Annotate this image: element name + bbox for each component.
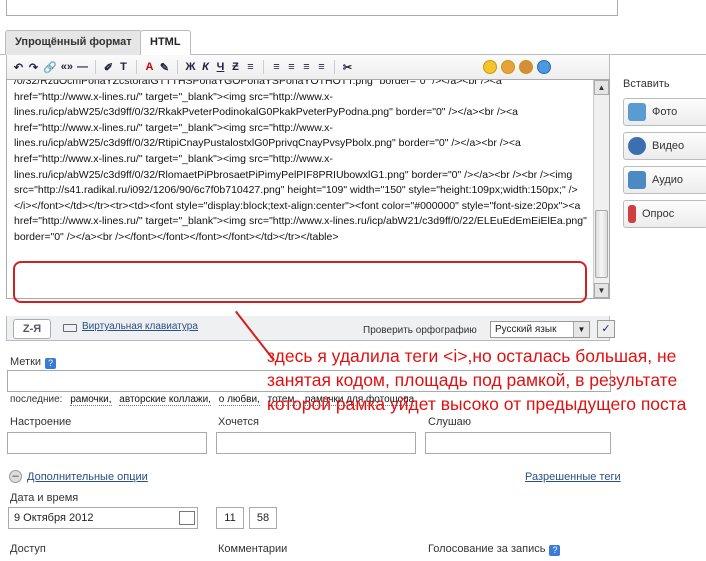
photo-icon — [628, 103, 646, 121]
insert-audio-button[interactable]: Аудио — [623, 166, 706, 194]
language-value: Русский язык — [495, 324, 557, 335]
editor-bottom-bar: Z-Я Виртуальная клавиатура Проверить орф… — [6, 316, 615, 341]
underline-icon[interactable]: Ч — [215, 61, 226, 73]
recent-tag[interactable]: о любви, — [218, 394, 260, 406]
insert-poll-label: Опрос — [642, 208, 675, 220]
insert-audio-label: Аудио — [652, 174, 684, 186]
scroll-down-icon[interactable]: ▼ — [594, 283, 609, 298]
empty-space-highlight — [13, 261, 587, 303]
listen-input[interactable] — [425, 432, 611, 454]
toolbar-divider — [262, 60, 264, 74]
cut-icon[interactable]: ✂ — [342, 61, 353, 74]
help-icon[interactable]: ? — [45, 358, 57, 369]
want-label: Хочется — [218, 416, 259, 428]
recent-tag[interactable]: авторские коллажи, — [119, 394, 211, 406]
marker-icon[interactable]: ✎ — [159, 61, 170, 74]
insert-title: Вставить — [623, 78, 670, 90]
quote-icon[interactable]: «» — [61, 61, 73, 73]
editor-tabs: Упрощённый формат HTML — [0, 27, 706, 56]
title-input[interactable] — [6, 0, 618, 16]
align-center-icon[interactable]: ≡ — [286, 61, 297, 73]
editor-toolbar: ↶ ↷ 🔗 «» — ✐ T A ✎ Ж К Ч Ƶ ≡ ≡ ≡ ≡ ≡ ✂ — [6, 55, 610, 79]
community-icon[interactable] — [519, 60, 533, 74]
virtual-keyboard-link[interactable]: Виртуальная клавиатура — [82, 321, 198, 332]
scroll-up-icon[interactable]: ▲ — [594, 80, 609, 95]
allowed-tags-link[interactable]: Разрешенные теги — [525, 471, 621, 483]
help-icon[interactable]: ? — [549, 545, 561, 556]
calendar-icon[interactable] — [179, 511, 195, 525]
more-options-link[interactable]: Дополнительные опции — [27, 471, 148, 483]
spellcheck-button[interactable]: ✓ — [597, 320, 615, 338]
strike-icon[interactable]: Ƶ — [230, 61, 241, 73]
comments-label: Комментарии — [218, 543, 288, 555]
globe-icon[interactable] — [537, 60, 551, 74]
zya-button[interactable]: Z-Я — [13, 319, 51, 339]
annotation-text: здесь я удалила теги <i>,но осталась бол… — [267, 346, 687, 414]
audio-icon — [628, 171, 646, 189]
insert-video-button[interactable]: Видео — [623, 132, 706, 160]
tab-html[interactable]: HTML — [140, 30, 191, 56]
tab-simple-format[interactable]: Упрощённый формат — [5, 30, 142, 55]
access-label: Доступ — [10, 543, 46, 555]
recent-label: последние: — [10, 394, 63, 405]
mood-label: Настроение — [10, 416, 72, 428]
list-icon[interactable]: ≡ — [245, 61, 256, 73]
recent-tag[interactable]: рамочки, — [70, 394, 112, 406]
align-left-icon[interactable]: ≡ — [271, 61, 282, 73]
text-color-icon[interactable]: A — [144, 61, 155, 73]
undo-icon[interactable]: ↶ — [13, 61, 24, 74]
toolbar-divider — [135, 60, 137, 74]
insert-video-label: Видео — [652, 140, 685, 152]
listen-label: Слушаю — [428, 416, 472, 428]
tags-label: Метки? — [10, 356, 57, 369]
smiley-icon[interactable] — [483, 60, 497, 74]
poll-icon — [628, 205, 636, 223]
italic-icon[interactable]: К — [200, 61, 211, 73]
hour-field[interactable]: 11 — [216, 507, 244, 529]
editor-scrollbar[interactable]: ▲ ▼ — [593, 80, 609, 298]
html-code-text[interactable]: /0/32/RzdOcmPonaYZcstoraIGTTTHSPonaYGOPo… — [14, 80, 589, 246]
redo-icon[interactable]: ↷ — [28, 61, 39, 74]
datetime-label: Дата и время — [10, 492, 79, 504]
toolbar-divider — [176, 60, 178, 74]
date-value: 9 Октября 2012 — [14, 512, 94, 524]
insert-poll-button[interactable]: Опрос — [623, 200, 706, 228]
collapse-icon[interactable]: – — [9, 470, 22, 483]
vote-label: Голосование за запись? — [428, 543, 561, 556]
spellcheck-label: Проверить орфографию — [363, 325, 477, 336]
language-select[interactable]: Русский язык ▼ — [490, 321, 590, 338]
scroll-thumb[interactable] — [595, 210, 608, 278]
link-icon[interactable]: 🔗 — [43, 61, 57, 74]
insert-photo-label: Фото — [652, 106, 678, 118]
video-icon — [628, 137, 646, 155]
font-size-icon[interactable]: T — [118, 61, 129, 73]
bold-icon[interactable]: Ж — [185, 61, 196, 73]
font-style-icon[interactable]: ✐ — [103, 61, 114, 74]
justify-icon[interactable]: ≡ — [316, 61, 327, 73]
date-field[interactable]: 9 Октября 2012 — [8, 507, 198, 529]
insert-photo-button[interactable]: Фото — [623, 98, 706, 126]
want-input[interactable] — [216, 432, 416, 454]
toolbar-divider — [333, 60, 335, 74]
mood-input[interactable] — [7, 432, 207, 454]
minute-field[interactable]: 58 — [249, 507, 277, 529]
dash-icon[interactable]: — — [77, 61, 88, 73]
align-right-icon[interactable]: ≡ — [301, 61, 312, 73]
toolbar-divider — [94, 60, 96, 74]
user-icon[interactable] — [501, 60, 515, 74]
keyboard-icon — [63, 324, 77, 332]
chevron-down-icon[interactable]: ▼ — [573, 322, 589, 337]
